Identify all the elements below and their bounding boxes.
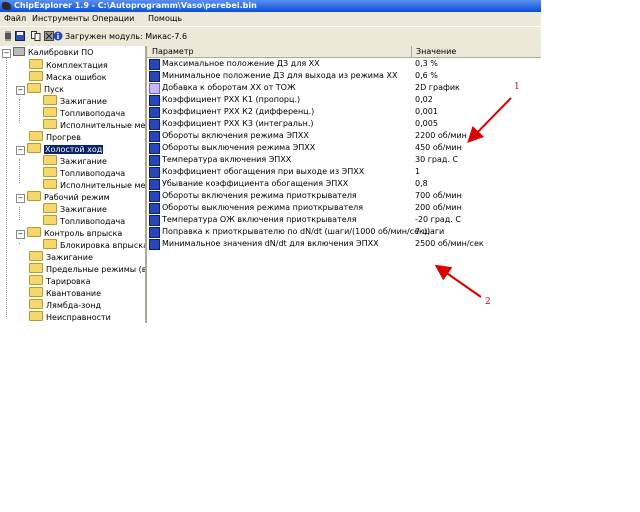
annotation-layer [434,97,512,298]
annotation-arrow-1 [467,97,512,143]
annotation-number-2: 2 [485,297,491,307]
annotation-arrow-2 [434,264,482,298]
annotation-number-1: 1 [514,82,520,92]
